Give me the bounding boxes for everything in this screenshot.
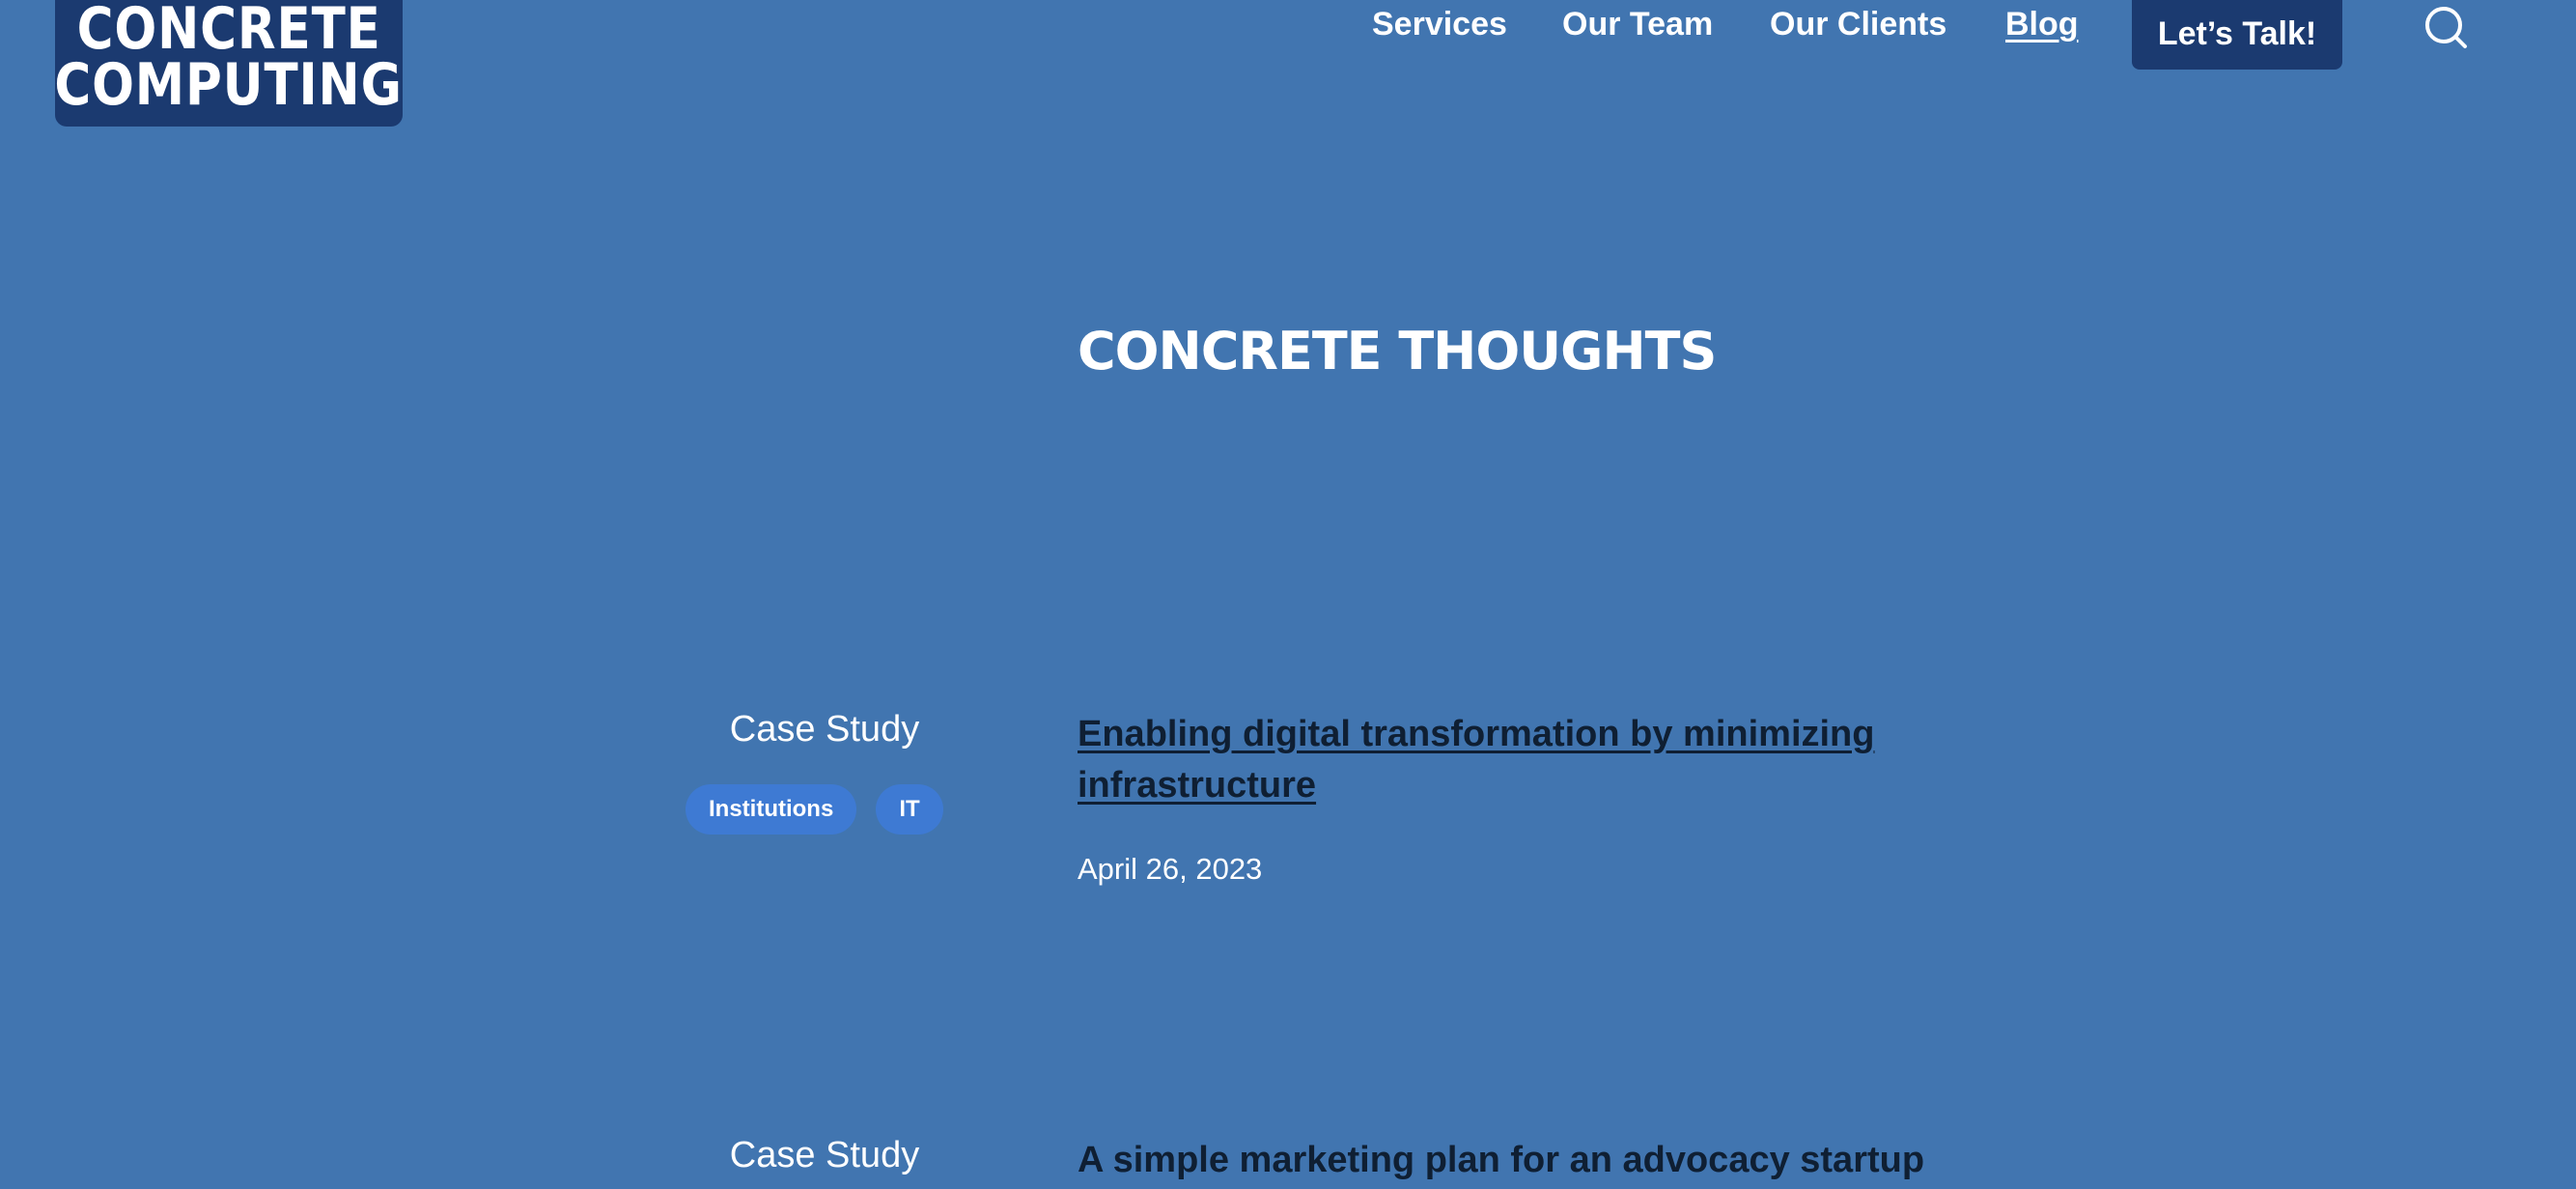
nav-link-our-clients[interactable]: Our Clients	[1770, 6, 1946, 43]
post-date: April 26, 2023	[1078, 852, 1263, 886]
page: CONCRETE COMPUTING Services Our Team Our…	[0, 0, 2576, 1189]
post-category: Case Study	[729, 1135, 920, 1175]
post-title-link[interactable]: A simple marketing plan for an advocacy …	[1078, 1135, 2024, 1186]
nav-link-blog[interactable]: Blog	[2005, 6, 2079, 43]
post-category: Case Study	[729, 709, 920, 750]
nav-link-services[interactable]: Services	[1372, 6, 1507, 43]
page-title: CONCRETE THOUGHTS	[1078, 321, 1717, 382]
post-tags: Institutions IT	[686, 784, 943, 835]
tag-it[interactable]: IT	[876, 784, 943, 835]
main-nav: Services Our Team Our Clients Blog Let’s…	[0, 0, 2576, 77]
search-icon[interactable]	[2423, 4, 2472, 52]
lets-talk-button[interactable]: Let’s Talk!	[2132, 0, 2342, 70]
nav-link-our-team[interactable]: Our Team	[1562, 6, 1713, 43]
tag-institutions[interactable]: Institutions	[686, 784, 857, 835]
post-title-link[interactable]: Enabling digital transformation by minim…	[1078, 709, 2024, 811]
